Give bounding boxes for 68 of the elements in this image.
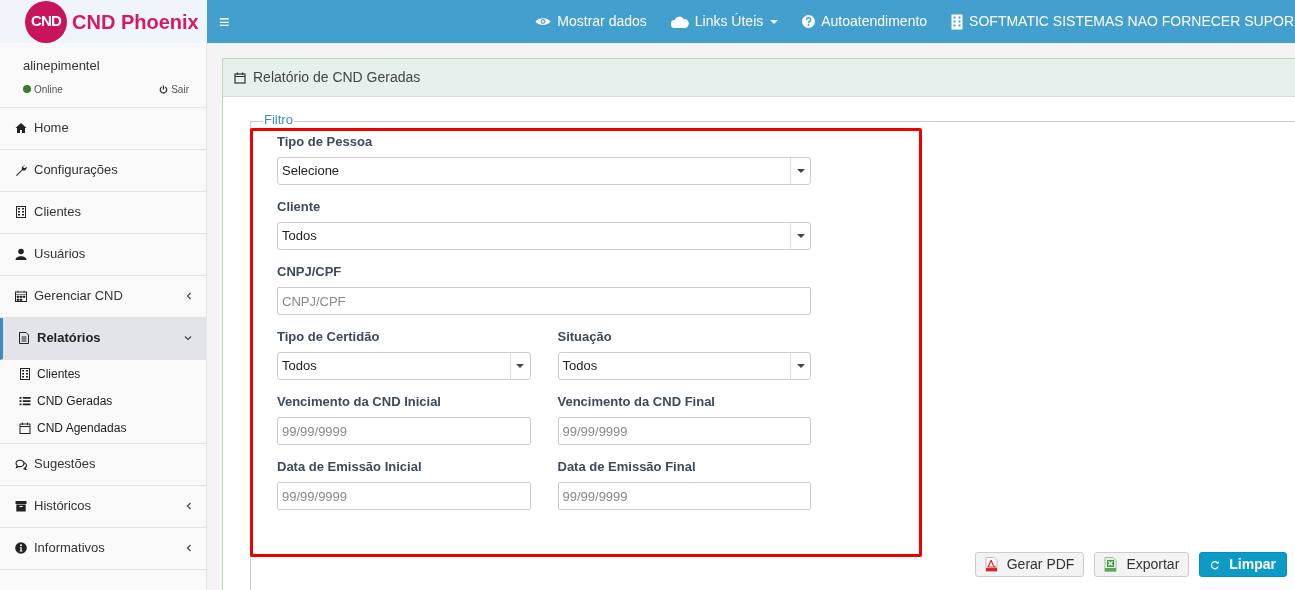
export-button[interactable]: Exportar	[1094, 552, 1190, 577]
field-label: CNPJ/CPF	[277, 263, 343, 281]
submenu-item[interactable]: CND Geradas	[0, 387, 206, 415]
document-icon	[18, 332, 30, 344]
user-status: Online	[34, 82, 63, 97]
select-field[interactable]: Todos	[557, 352, 811, 380]
sidebar-item[interactable]: Usuários	[0, 233, 206, 276]
building-icon	[951, 13, 964, 30]
field-label: Cliente	[277, 198, 322, 216]
caret-icon	[796, 364, 805, 368]
refresh-icon	[1210, 559, 1221, 570]
chevron-left-icon	[186, 292, 192, 300]
input-field[interactable]: 99/99/9999	[277, 417, 531, 445]
pdf-file-icon	[984, 557, 998, 572]
building-icon	[15, 206, 27, 218]
field-label: Data de Emissão Inicial	[277, 458, 423, 476]
caret-icon	[796, 234, 805, 238]
chevron-left-icon	[186, 544, 192, 552]
logout-link[interactable]: Sair	[159, 81, 189, 97]
sidebar-item[interactable]: Sugestões	[0, 443, 206, 486]
list-icon	[19, 395, 31, 407]
sidebar-item[interactable]: Gerenciar CND	[0, 275, 206, 318]
sidebar-item[interactable]: Relatórios	[0, 317, 206, 360]
input-field[interactable]: 99/99/9999	[277, 482, 531, 510]
user-name: alinepimentel	[23, 57, 101, 75]
input-field[interactable]: 99/99/9999	[557, 417, 811, 445]
help-icon	[802, 15, 816, 28]
panel-title: Relatório de CND Geradas	[253, 68, 421, 87]
field-label: Tipo de Certidão	[277, 328, 381, 346]
submenu-item[interactable]: Clientes	[0, 360, 206, 388]
chat-icon	[15, 458, 27, 470]
home-icon	[15, 122, 27, 134]
select-field[interactable]: Todos	[277, 352, 531, 380]
field-label: Tipo de Pessoa	[277, 133, 374, 151]
sidebar-item[interactable]: Informativos	[0, 527, 206, 570]
submenu-item[interactable]: CND Agendadas	[0, 414, 206, 442]
sidebar-item[interactable]: Configurações	[0, 149, 206, 192]
calendar-icon	[19, 422, 31, 434]
field-label: Situação	[557, 328, 613, 346]
field-label: Vencimento da CND Inicial	[277, 393, 442, 411]
spreadsheet-icon	[1104, 557, 1118, 572]
building-icon	[19, 368, 31, 380]
calendar-icon	[234, 71, 246, 84]
input-field[interactable]: CNPJ/CPF	[277, 287, 811, 315]
cloud-icon	[670, 15, 689, 28]
archive-icon	[15, 500, 27, 512]
info-icon	[15, 542, 27, 554]
caret-icon	[796, 169, 805, 173]
fieldset-legend: Filtro	[263, 113, 294, 126]
field-label: Data de Emissão Final	[557, 458, 697, 476]
select-field[interactable]: Selecione	[277, 157, 811, 185]
calendar-icon	[15, 290, 27, 302]
eye-icon	[535, 16, 552, 27]
select-field[interactable]: Todos	[277, 222, 811, 250]
user-icon	[15, 248, 27, 260]
chevron-left-icon	[186, 502, 192, 510]
sidebar-item[interactable]: Clientes	[0, 191, 206, 234]
wrench-icon	[15, 164, 27, 176]
field-label: Vencimento da CND Final	[557, 393, 716, 411]
chevron-down-icon	[184, 335, 192, 341]
logo-text: CND	[30, 11, 62, 32]
brand-name: CND Phoenix	[72, 9, 199, 35]
caret-icon	[516, 364, 524, 368]
input-field[interactable]: 99/99/9999	[557, 482, 811, 510]
pdf-button[interactable]: Gerar PDF	[974, 552, 1085, 577]
sidebar-item[interactable]: Home	[0, 107, 206, 150]
power-icon	[159, 84, 169, 94]
sidebar-item[interactable]: Históricos	[0, 485, 206, 528]
